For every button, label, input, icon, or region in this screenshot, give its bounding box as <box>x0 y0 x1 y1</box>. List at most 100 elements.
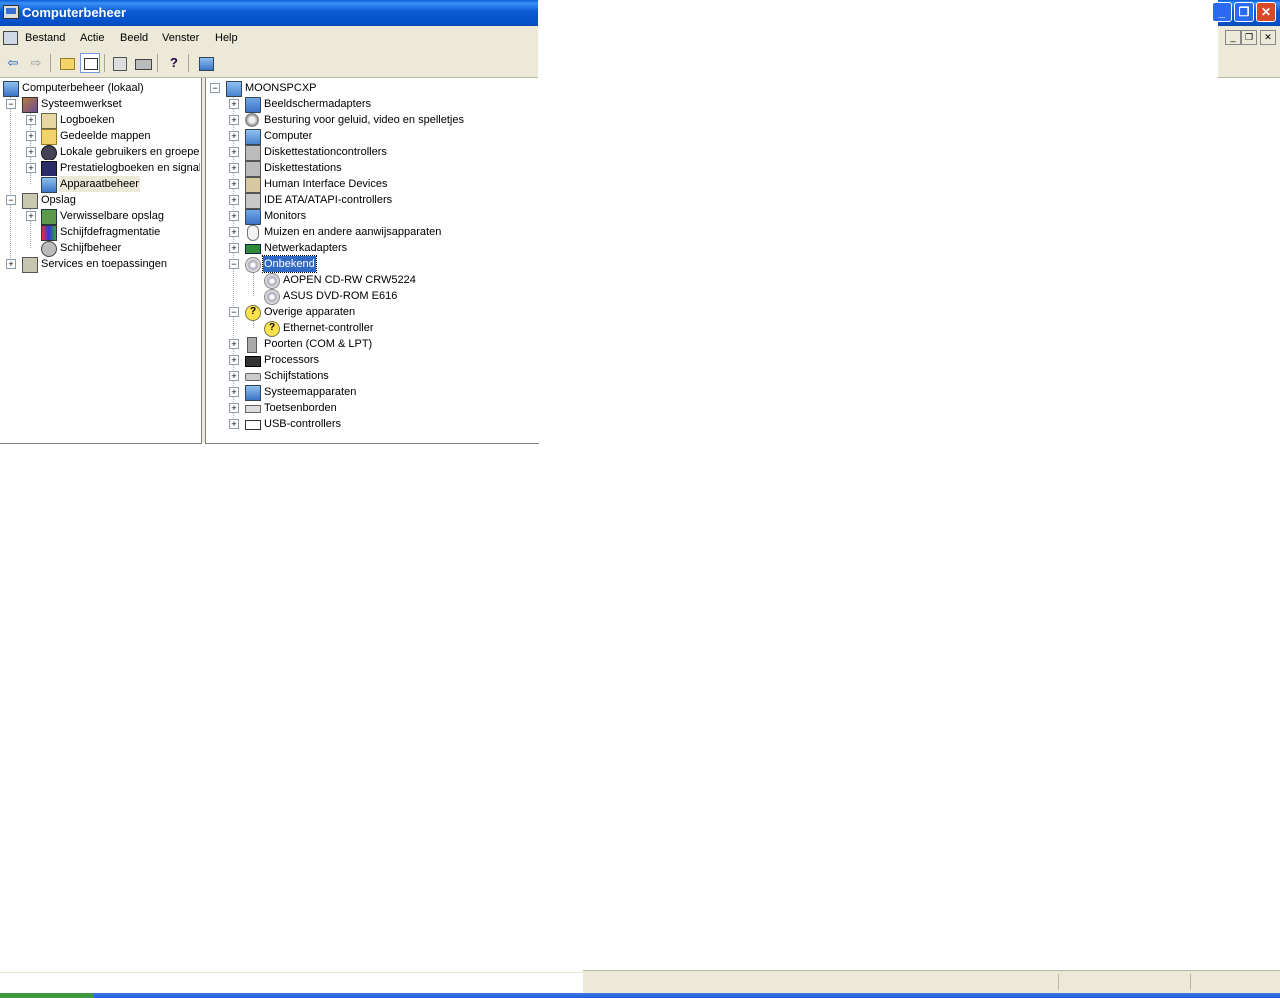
expand-toggle[interactable]: + <box>6 259 16 269</box>
show-hide-tree-icon[interactable] <box>80 53 100 73</box>
forward-icon[interactable]: ⇨ <box>26 53 46 73</box>
tree-item-verwisselbare-opslag[interactable]: + Verwisselbare opslag <box>0 208 200 225</box>
caption-buttons: _ ❐ ✕ <box>1212 0 1280 26</box>
tree-label: Schijfdefragmentatie <box>60 226 161 238</box>
expand-toggle[interactable]: + <box>229 227 239 237</box>
mdi-minimize-button[interactable]: _ <box>1225 30 1241 45</box>
title-bar[interactable]: Computerbeheer <box>0 0 538 26</box>
toolbar-separator <box>50 54 51 72</box>
collapse-toggle[interactable]: − <box>229 307 239 317</box>
tree-item-apparaatbeheer[interactable]: Apparaatbeheer <box>0 176 200 193</box>
expand-toggle[interactable]: + <box>229 355 239 365</box>
mouse-icon <box>247 225 259 241</box>
menu-venster[interactable]: Venster <box>162 32 199 44</box>
port-icon <box>247 337 257 353</box>
expand-toggle[interactable]: + <box>229 211 239 221</box>
performance-icon <box>41 161 57 176</box>
expand-toggle[interactable]: + <box>229 403 239 413</box>
menu-actie[interactable]: Actie <box>80 32 104 44</box>
tree-item-opslag[interactable]: − Opslag <box>0 192 200 209</box>
expand-toggle[interactable]: + <box>229 163 239 173</box>
console-tree[interactable]: Computerbeheer (lokaal) − Systeemwerkset… <box>0 78 202 444</box>
expand-toggle[interactable]: + <box>229 243 239 253</box>
tree-label: Ethernet-controller <box>283 322 374 334</box>
collapse-toggle[interactable]: − <box>210 83 220 93</box>
document-icon[interactable] <box>3 31 18 45</box>
status-segment <box>1058 974 1059 990</box>
expand-toggle[interactable]: + <box>26 115 36 125</box>
tree-label: Diskettestations <box>264 162 342 174</box>
tree-label: Apparaatbeheer <box>59 176 140 192</box>
menu-bestand[interactable]: Bestand <box>25 32 65 44</box>
maximize-button[interactable]: ❐ <box>1234 2 1254 22</box>
tree-label: Besturing voor geluid, video en spelletj… <box>264 114 464 126</box>
computer-management-icon <box>3 81 19 97</box>
tree-label: Prestatielogboeken en signalen <box>60 162 200 174</box>
tree-label: Processors <box>264 354 320 366</box>
mdi-restore-button[interactable]: ❐ <box>1241 30 1257 45</box>
expand-toggle[interactable]: + <box>229 419 239 429</box>
expand-toggle[interactable]: + <box>26 211 36 221</box>
cd-drive-icon <box>264 289 280 305</box>
collapse-toggle[interactable]: − <box>229 259 239 269</box>
expand-toggle[interactable]: + <box>26 147 36 157</box>
removable-storage-icon <box>41 209 57 225</box>
expand-toggle[interactable]: + <box>26 163 36 173</box>
expand-toggle[interactable]: + <box>229 339 239 349</box>
tree-label: Netwerkadapters <box>264 242 348 254</box>
storage-icon <box>22 193 38 209</box>
print-icon[interactable] <box>133 53 153 73</box>
cd-drive-icon <box>264 273 280 289</box>
display-adapter-icon <box>245 97 261 113</box>
tree-label: Services en toepassingen <box>41 258 167 270</box>
expand-toggle[interactable]: + <box>229 99 239 109</box>
collapse-toggle[interactable]: − <box>6 99 16 109</box>
tree-label: Computer <box>264 130 313 142</box>
toolbar: ⇦ ⇨ ? <box>0 50 538 78</box>
tree-item-gedeelde-mappen[interactable]: + Gedeelde mappen <box>0 128 200 145</box>
expand-toggle[interactable]: + <box>229 115 239 125</box>
tree-label: IDE ATA/ATAPI-controllers <box>264 194 393 206</box>
tree-item-lokale-gebruikers[interactable]: + Lokale gebruikers en groepen <box>0 144 200 160</box>
device-manager-icon[interactable] <box>196 53 216 73</box>
toolbar-separator <box>188 54 189 72</box>
help-icon[interactable]: ? <box>164 53 184 73</box>
taskbar[interactable] <box>0 993 1280 998</box>
collapse-toggle[interactable]: − <box>6 195 16 205</box>
tree-label: Monitors <box>264 210 307 222</box>
expand-toggle[interactable]: + <box>26 131 36 141</box>
expand-toggle[interactable]: + <box>229 195 239 205</box>
start-button[interactable] <box>0 993 94 998</box>
tree-label: AOPEN CD-RW CRW5224 <box>283 274 416 286</box>
unknown-device-icon: ? <box>245 305 261 321</box>
tree-label: Systeemapparaten <box>264 386 357 398</box>
properties-icon[interactable] <box>110 53 130 73</box>
window-title: Computerbeheer <box>22 5 127 20</box>
tree-label: Systeemwerkset <box>41 98 122 110</box>
back-icon[interactable]: ⇦ <box>3 53 23 73</box>
tree-item-schijfdefragmentatie[interactable]: Schijfdefragmentatie <box>0 224 200 241</box>
tools-icon <box>22 97 38 113</box>
close-button[interactable]: ✕ <box>1256 2 1276 22</box>
up-folder-icon[interactable] <box>57 53 77 73</box>
menu-beeld[interactable]: Beeld <box>120 32 148 44</box>
expand-toggle[interactable]: + <box>229 387 239 397</box>
expand-toggle[interactable]: + <box>229 371 239 381</box>
expand-toggle[interactable]: + <box>229 131 239 141</box>
services-icon <box>22 257 38 273</box>
mdi-close-button[interactable]: ✕ <box>1260 30 1276 45</box>
tree-item-services[interactable]: + Services en toepassingen <box>0 256 200 273</box>
menu-help[interactable]: Help <box>215 32 238 44</box>
tree-root[interactable]: Computerbeheer (lokaal) <box>0 80 200 97</box>
expand-toggle[interactable]: + <box>229 179 239 189</box>
system-device-icon <box>245 385 261 401</box>
tree-item-logboeken[interactable]: + Logboeken <box>0 112 200 129</box>
tree-item-prestatielogboeken[interactable]: + Prestatielogboeken en signalen <box>0 160 200 176</box>
network-adapter-icon <box>245 244 261 254</box>
tree-label: MOONSPCXP <box>245 82 317 94</box>
expand-toggle[interactable]: + <box>229 147 239 157</box>
tree-item-systeemwerkset[interactable]: − Systeemwerkset <box>0 96 200 113</box>
minimize-button[interactable]: _ <box>1212 2 1232 22</box>
device-tree[interactable]: − MOONSPCXP + Beeldschermadapters + Best… <box>205 78 539 444</box>
tree-item-schijfbeheer[interactable]: Schijfbeheer <box>0 240 200 257</box>
